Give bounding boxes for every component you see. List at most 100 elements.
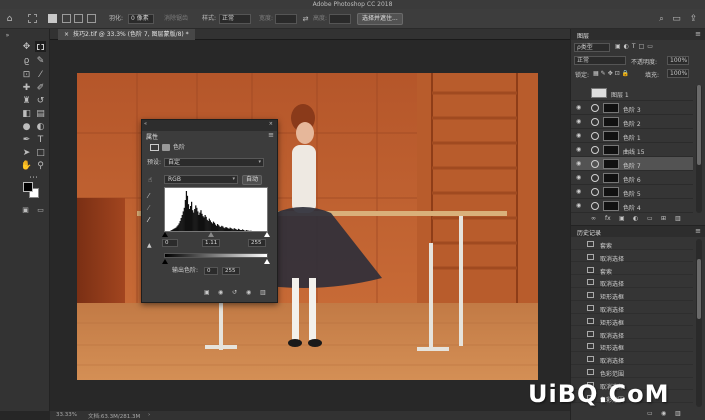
- layer-mask-thumbnail[interactable]: [603, 131, 619, 141]
- collapse-icon[interactable]: »: [2, 30, 13, 41]
- panel-menu-icon[interactable]: ≡: [695, 227, 701, 235]
- trash-icon[interactable]: ▥: [675, 410, 681, 417]
- visibility-icon[interactable]: ◉: [576, 160, 581, 167]
- eyedropper-gray-icon[interactable]: ⁄: [148, 204, 149, 212]
- history-item[interactable]: 取消选择: [571, 277, 693, 288]
- history-brush-tool-icon[interactable]: ↺: [35, 95, 46, 106]
- preset-select[interactable]: 自定 ▾: [164, 158, 264, 167]
- search-icon[interactable]: ⌕: [656, 13, 667, 24]
- layers-scrollbar[interactable]: [696, 85, 702, 213]
- share-icon[interactable]: ⇪: [688, 13, 699, 24]
- channel-select[interactable]: RGB ▾: [164, 175, 238, 184]
- quick-mask-icon[interactable]: ▣: [20, 204, 31, 215]
- brush-tool-icon[interactable]: ✐: [35, 82, 46, 93]
- shape-tool-icon[interactable]: □: [35, 147, 46, 158]
- clip-warning-icon[interactable]: ▲: [147, 242, 152, 249]
- subtract-selection-icon[interactable]: [74, 14, 83, 23]
- visibility-icon[interactable]: ◉: [576, 146, 581, 153]
- document-size-info[interactable]: 文档:63.3M/281.3M: [88, 412, 140, 420]
- visibility-icon[interactable]: ◉: [576, 104, 581, 111]
- layer-effects-button[interactable]: fx: [605, 215, 611, 222]
- lock-icons[interactable]: ▦✎✥⊡🔒: [593, 70, 631, 77]
- view-previous-icon[interactable]: ◉: [218, 289, 223, 296]
- properties-tab[interactable]: 属性: [142, 131, 182, 141]
- history-item[interactable]: 取消选择: [571, 252, 693, 263]
- output-black-slider[interactable]: [162, 259, 168, 264]
- layer-mask-thumbnail[interactable]: [603, 145, 619, 155]
- status-menu-icon[interactable]: ›: [148, 412, 150, 418]
- collapse-icon[interactable]: «: [144, 121, 147, 127]
- layer-mask-thumbnail[interactable]: [603, 173, 619, 183]
- output-white-field[interactable]: 255: [222, 267, 240, 275]
- new-group-icon[interactable]: ▭: [647, 215, 653, 222]
- target-adjust-icon[interactable]: ☝: [148, 176, 152, 184]
- properties-header[interactable]: « ×: [142, 120, 277, 131]
- layer-group-row[interactable]: 图层 1: [571, 85, 693, 101]
- history-item[interactable]: 取消选择: [571, 303, 693, 314]
- input-white-slider[interactable]: [264, 232, 270, 237]
- width-input[interactable]: [275, 14, 297, 24]
- layers-header[interactable]: 图层 ≡: [571, 29, 705, 40]
- input-black-slider[interactable]: [162, 232, 168, 237]
- output-white-slider[interactable]: [264, 259, 270, 264]
- visibility-icon[interactable]: ◉: [576, 188, 581, 195]
- input-white-field[interactable]: 255: [248, 239, 266, 247]
- visibility-icon[interactable]: ◉: [576, 174, 581, 181]
- new-document-icon[interactable]: ▭: [647, 410, 653, 417]
- input-black-field[interactable]: 0: [162, 239, 178, 247]
- new-selection-icon[interactable]: [48, 14, 57, 23]
- layer-mask-thumbnail[interactable]: [603, 117, 619, 127]
- layer-mask-thumbnail[interactable]: [603, 187, 619, 197]
- history-item[interactable]: 色彩范围: [571, 367, 693, 378]
- history-scrollbar[interactable]: [696, 239, 702, 407]
- filter-icons[interactable]: ▣◐T□▭: [615, 43, 656, 50]
- add-selection-icon[interactable]: [62, 14, 71, 23]
- style-select[interactable]: 正常: [219, 14, 251, 24]
- trash-icon[interactable]: ▥: [260, 289, 266, 296]
- hand-tool-icon[interactable]: ✋: [21, 160, 32, 171]
- gradient-tool-icon[interactable]: ▤: [35, 108, 46, 119]
- history-item[interactable]: 矩形选框: [571, 341, 693, 352]
- intersect-selection-icon[interactable]: [87, 14, 96, 23]
- close-icon[interactable]: ×: [64, 31, 69, 38]
- trash-icon[interactable]: ▥: [675, 215, 681, 222]
- add-mask-icon[interactable]: ▣: [619, 215, 625, 222]
- move-tool-icon[interactable]: ✥: [21, 41, 32, 52]
- reset-icon[interactable]: ↺: [232, 289, 237, 296]
- link-layers-icon[interactable]: ∞: [591, 215, 596, 222]
- workspace-icon[interactable]: ▭: [671, 13, 682, 24]
- marquee-preset-icon[interactable]: [28, 14, 37, 23]
- layer-kind-filter[interactable]: ρ类型: [574, 43, 610, 52]
- layer-row[interactable]: ◉ 色阶 4: [571, 199, 693, 213]
- foreground-color-swatch[interactable]: [23, 182, 33, 192]
- blend-mode-select[interactable]: 正常: [574, 56, 626, 65]
- output-black-field[interactable]: 0: [204, 267, 218, 275]
- history-scrollbar-thumb[interactable]: [697, 259, 701, 319]
- lasso-tool-icon[interactable]: ϱ: [21, 55, 32, 66]
- layer-mask-thumbnail[interactable]: [603, 159, 619, 169]
- input-gamma-slider[interactable]: [208, 232, 214, 237]
- layer-mask-thumbnail[interactable]: [603, 103, 619, 113]
- history-item[interactable]: 套索: [571, 265, 693, 276]
- visibility-icon[interactable]: ◉: [576, 132, 581, 139]
- eyedropper-tool-icon[interactable]: ⁄: [35, 69, 46, 80]
- layers-scrollbar-thumb[interactable]: [697, 85, 701, 165]
- visibility-icon[interactable]: ◉: [576, 202, 581, 209]
- layer-row[interactable]: ◉ 色阶 5: [571, 185, 693, 199]
- opacity-input[interactable]: 100%: [667, 56, 689, 65]
- zoom-tool-icon[interactable]: ⚲: [35, 160, 46, 171]
- layer-row[interactable]: ◉ 色阶 6: [571, 171, 693, 185]
- panel-menu-icon[interactable]: ≡: [695, 30, 701, 38]
- swap-dimensions-icon[interactable]: ⇄: [300, 13, 311, 24]
- stamp-tool-icon[interactable]: ♜: [21, 95, 32, 106]
- magic-wand-tool-icon[interactable]: ✎: [35, 55, 46, 66]
- layer-mask-thumbnail[interactable]: [603, 201, 619, 211]
- zoom-level[interactable]: 33.33%: [56, 412, 77, 418]
- close-icon[interactable]: ×: [269, 121, 273, 127]
- pen-tool-icon[interactable]: ✒: [21, 134, 32, 145]
- feather-input[interactable]: 0 像素: [128, 14, 154, 24]
- document-tab[interactable]: × 技巧2.tif @ 33.3% (色阶 7, 图层蒙版/8) *: [58, 29, 195, 40]
- mask-icon[interactable]: [162, 144, 170, 151]
- panel-menu-icon[interactable]: ≡: [268, 131, 274, 139]
- input-gamma-field[interactable]: 1.11: [202, 239, 220, 247]
